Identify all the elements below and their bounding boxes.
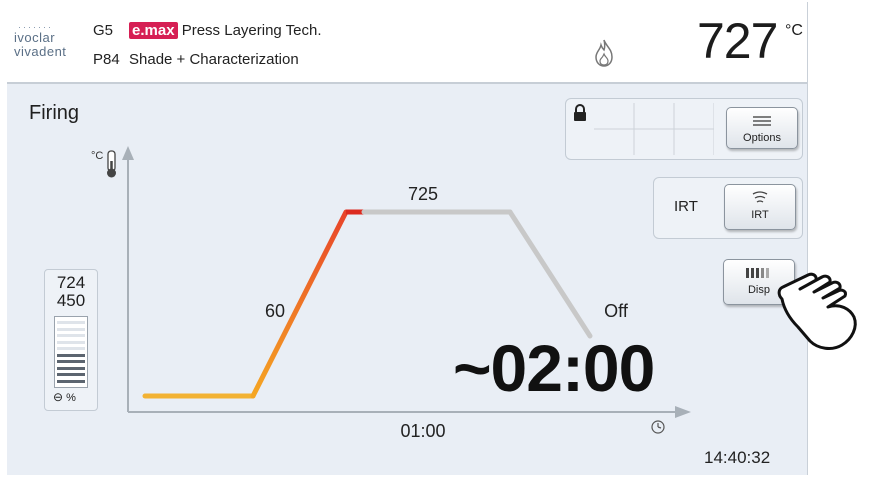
gauge-bar	[57, 373, 85, 376]
options-button[interactable]: Options	[726, 107, 798, 149]
x-axis-arrow	[675, 406, 691, 418]
flame-icon	[595, 39, 613, 67]
lock-icon	[574, 104, 586, 121]
gauge-level-bars	[54, 316, 88, 388]
program-name: Press Layering Tech.	[181, 22, 322, 39]
gauge-bar	[57, 327, 85, 331]
options-button-label: Options	[743, 132, 781, 144]
gauge-bar	[57, 334, 85, 337]
chamber-temperature: 727	[697, 13, 778, 69]
gauge-bar	[57, 353, 85, 357]
program-subtitle: Shade + Characterization	[129, 51, 299, 68]
display-bars-icon	[746, 268, 769, 278]
clock-icon	[651, 420, 665, 434]
header-bar: ······· ivoclar vivadent G5 P84 e.max Pr…	[7, 2, 807, 84]
thermometer-icon	[107, 150, 116, 178]
quick-access-grid	[594, 103, 714, 155]
y-axis-arrow	[122, 146, 134, 160]
gauge-bar	[57, 379, 85, 383]
curve-segment-cooling	[507, 209, 593, 339]
gauge-value-top: 724	[56, 273, 86, 292]
gauge-value-bottom: 450	[56, 291, 86, 310]
irt-sensor-icon	[752, 191, 768, 203]
cooling-label: Off	[604, 301, 629, 321]
logo-line-2: vivadent	[14, 44, 67, 59]
irt-button-label: IRT	[751, 209, 769, 221]
irt-button[interactable]: IRT	[724, 184, 796, 230]
gauge-bar	[57, 347, 85, 350]
vacuum-gauge: 724 450 ⊖ %	[44, 269, 98, 411]
page-title: Firing	[29, 102, 80, 124]
gauge-bar	[57, 340, 85, 344]
logo-line-1: ivoclar	[14, 30, 56, 45]
program-title: e.max Press Layering Tech.	[129, 22, 322, 39]
program-number: P84	[93, 51, 120, 68]
remaining-time: ~02:00	[453, 331, 655, 405]
gauge-footer: ⊖ %	[53, 390, 76, 404]
gauge-bar	[57, 366, 85, 370]
temperature-unit: °C	[785, 22, 803, 39]
clock: 14:40:32	[704, 448, 771, 467]
pointing-hand-icon	[777, 272, 857, 350]
options-menu-icon	[753, 116, 771, 126]
program-code: G5	[93, 22, 114, 39]
rate-label: 60	[265, 301, 285, 321]
gauge-bar	[57, 360, 85, 363]
irt-panel: IRT IRT	[653, 177, 803, 239]
x-tick-label: 01:00	[400, 421, 445, 441]
hold-temperature-label: 725	[408, 184, 438, 204]
gauge-bar	[57, 321, 85, 324]
options-panel: Options	[565, 98, 803, 160]
vacuum-icon: ⊖	[53, 390, 64, 404]
ivoclar-logo: ······· ivoclar vivadent	[14, 22, 67, 59]
irt-label: IRT	[674, 198, 698, 215]
y-axis-unit: °C	[91, 150, 103, 162]
furnace-screen: ······· ivoclar vivadent G5 P84 e.max Pr…	[7, 2, 808, 475]
brand-badge: e.max	[129, 22, 178, 39]
